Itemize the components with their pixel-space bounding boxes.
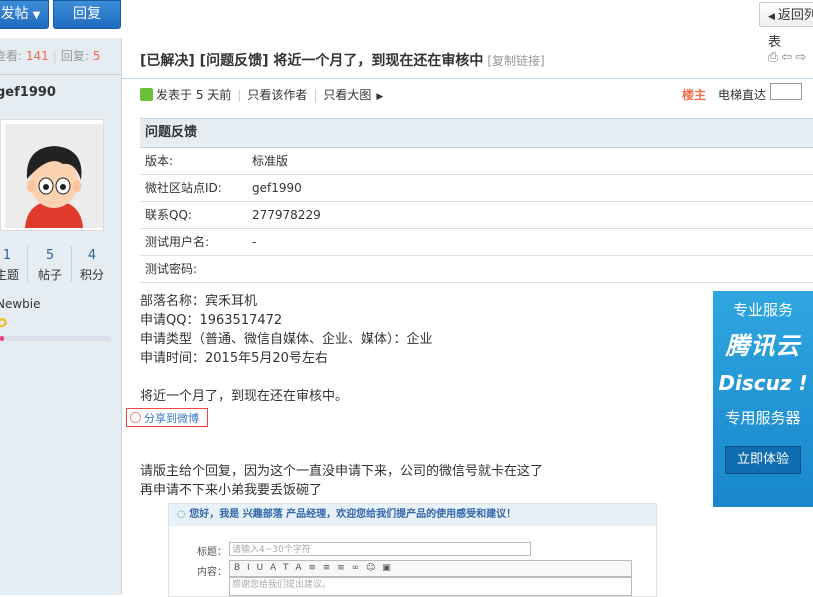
author-points-label: 积分 [79, 268, 104, 282]
ad-line: Discuz ! [718, 371, 808, 395]
post-time: 发表于 5 天前 [156, 88, 232, 102]
author-points-count: 4 [87, 248, 97, 263]
author-posts-label: 帖子 [37, 268, 62, 282]
floor-label: 楼主 [682, 88, 707, 102]
chat-icon: ◌ [177, 509, 186, 520]
avatar[interactable] [0, 119, 104, 231]
row-key: 版本: [145, 154, 174, 168]
level-progress-fill [0, 336, 5, 341]
table-row: 测试用户名: - [140, 229, 813, 256]
table-row: 微社区站点ID: gef1990 [140, 175, 813, 202]
author-topics[interactable]: 1 主题 [0, 248, 27, 283]
table-row: 测试密码: [140, 256, 813, 283]
replies-label: 回复: [60, 49, 89, 63]
author-points[interactable]: 4 积分 [72, 248, 112, 283]
views-count: 141 [25, 49, 49, 63]
ad-line: 专用服务器 [725, 409, 801, 427]
table-header: 问题反馈 [140, 118, 813, 148]
only-author-link[interactable]: 只看该作者 [247, 88, 307, 102]
prev-thread-icon[interactable]: ⇦ [781, 50, 795, 65]
next-thread-icon[interactable]: ⇨ [795, 50, 809, 65]
big-image-link[interactable]: 只看大图 [323, 88, 371, 102]
body-line: 部落名称：宾禾耳机 [140, 294, 258, 309]
row-value: - [252, 235, 257, 249]
chevron-left-icon: ◀ [768, 12, 775, 22]
author-topics-label: 主题 [0, 268, 19, 282]
thread-tools: ⎙⇦⇨ [768, 50, 809, 65]
ad-line: 专业服务 [732, 301, 793, 319]
body-line: 请版主给个回复，因为这个一直没申请下来，公司的微信号就卡在这了 [140, 464, 544, 479]
ad-cta-button[interactable]: 立即体验 [725, 446, 801, 474]
embed-content-label: 内容： [197, 567, 227, 578]
top-toolbar [0, 0, 813, 38]
views-label: 查看: [0, 49, 23, 63]
user-level[interactable]: Newbie [0, 297, 41, 311]
body-line: 再申请不下来小弟我要丢饭碗了 [140, 483, 323, 498]
embed-banner: ◌ 您好，我是 兴趣部落 产品经理，欢迎您给我们提产品的使用感受和建议！ [169, 504, 656, 526]
embed-title-field: 请输入4~30个字符 [229, 542, 531, 556]
row-key: 微社区站点ID: [145, 181, 222, 195]
level-progress-bar [0, 336, 111, 341]
share-to-weibo-button[interactable]: 分享到微博 [126, 408, 208, 427]
online-status-icon [140, 88, 153, 101]
divider [27, 246, 28, 282]
replies-count: 5 [92, 49, 101, 63]
embed-editor-toolbar: B I U A T A ≡ ≡ ≡ ∞ ☺ ▣ [229, 560, 632, 577]
star-icon: ✪ [0, 316, 8, 330]
embed-content-field: 感谢您给我们提出建议。 [229, 577, 632, 596]
thread-title-text: 将近一个月了，到现在还在审核中 [273, 53, 484, 69]
category-badge[interactable]: [问题反馈] [200, 53, 269, 69]
play-icon: ▶ [376, 92, 384, 102]
ad-brand: 腾讯云 [725, 332, 801, 360]
avatar-image [5, 124, 103, 228]
new-post-button[interactable]: 发帖 ▼ [0, 0, 49, 29]
row-value: 277978229 [252, 208, 321, 222]
table-row: 联系QQ: 277978229 [140, 202, 813, 229]
chevron-down-icon: ▼ [32, 10, 41, 21]
print-icon[interactable]: ⎙ [768, 50, 781, 65]
thread-stats: 查看: 141 | 回复: 5 [0, 38, 121, 75]
share-label: 分享到微博 [144, 412, 199, 425]
back-to-list-button[interactable]: ◀ 返回列表 [759, 2, 813, 50]
reply-button[interactable]: 回复 [53, 0, 121, 29]
body-line [140, 368, 700, 387]
body-line: 申请QQ：1963517472 [140, 313, 283, 328]
body-line: 将近一个月了，到现在还在审核中。 [140, 389, 349, 404]
post-meta: 发表于 5 天前 | 只看该作者 | 只看大图 ▶ [140, 86, 383, 103]
post-body-continued: 请版主给个回复，因为这个一直没申请下来，公司的微信号就卡在这了 再申请不下来小弟… [140, 462, 740, 500]
floor-jump-input[interactable] [770, 83, 802, 100]
row-key: 测试用户名: [145, 235, 210, 249]
table-row: 版本: 标准版 [140, 148, 813, 175]
new-post-label: 发帖 [0, 6, 29, 22]
author-posts[interactable]: 5 帖子 [30, 248, 70, 283]
tencent-cloud-ad[interactable]: 专业服务 腾讯云 Discuz ! 专用服务器 立即体验 [713, 291, 813, 507]
thread-title: [已解决] [问题反馈] 将近一个月了，到现在还在审核中 [复制链接] [140, 50, 545, 70]
post-body: 部落名称：宾禾耳机 申请QQ：1963517472 申请类型（普通、微信自媒体、… [140, 292, 700, 406]
author-name-link[interactable]: gef1990 [0, 85, 56, 100]
embed-banner-text: 您好，我是 兴趣部落 产品经理，欢迎您给我们提产品的使用感受和建议！ [189, 509, 517, 520]
author-posts-count: 5 [45, 248, 55, 263]
row-value: 标准版 [252, 154, 289, 168]
author-topics-count: 1 [2, 248, 12, 263]
weibo-icon [130, 412, 141, 423]
elevator-label: 电梯直达 [718, 88, 767, 102]
row-key: 测试密码: [145, 262, 198, 276]
row-key: 联系QQ: [145, 208, 192, 222]
status-badge[interactable]: [已解决] [140, 53, 195, 69]
copy-link-button[interactable]: [复制链接] [487, 54, 544, 68]
embed-title-label: 标题： [197, 547, 227, 558]
body-line: 申请类型（普通、微信自媒体、企业、媒体）：企业 [140, 332, 433, 347]
row-value: gef1990 [252, 181, 302, 195]
body-line: 申请时间：2015年5月20号左右 [140, 351, 328, 366]
attached-screenshot[interactable]: ◌ 您好，我是 兴趣部落 产品经理，欢迎您给我们提产品的使用感受和建议！ 标题：… [168, 503, 657, 597]
feedback-info-table: 问题反馈 版本: 标准版 微社区站点ID: gef1990 联系QQ: 2779782… [140, 118, 813, 283]
